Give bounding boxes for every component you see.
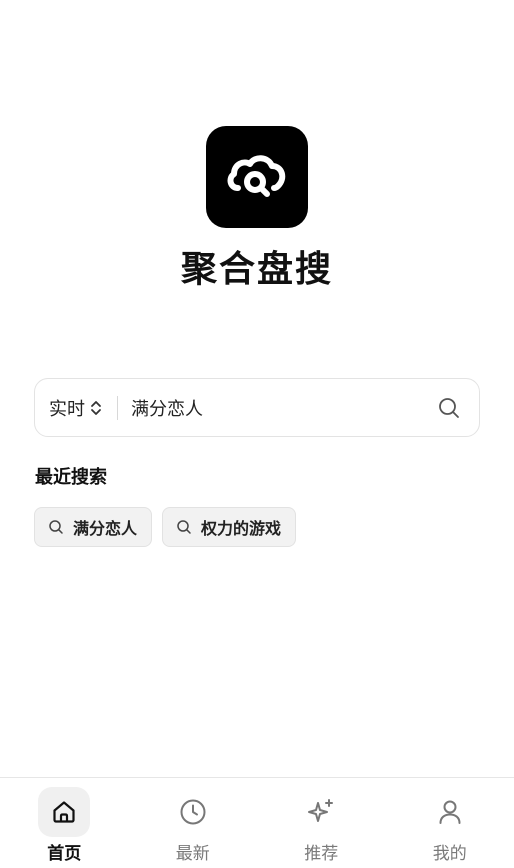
recent-search-chip[interactable]: 满分恋人 <box>34 507 153 547</box>
recent-search-chip[interactable]: 权力的游戏 <box>162 507 297 547</box>
search-icon <box>439 397 459 418</box>
sparkle-icon <box>308 799 334 822</box>
recent-searches-title: 最近搜索 <box>35 467 107 488</box>
search-bar: 实时 <box>34 378 480 437</box>
nav-item-latest[interactable]: 最新 <box>129 778 258 868</box>
chevron-up-down-icon <box>89 399 103 417</box>
nav-icon-container <box>295 787 347 837</box>
nav-item-recommend[interactable]: 推荐 <box>257 778 386 868</box>
user-icon <box>439 800 461 824</box>
app-logo <box>206 126 308 228</box>
search-input[interactable] <box>118 379 419 436</box>
recent-search-label: 权力的游戏 <box>201 519 282 538</box>
clock-icon <box>180 799 206 825</box>
nav-label-home: 首页 <box>47 844 82 864</box>
recent-search-label: 满分恋人 <box>73 519 138 538</box>
search-button[interactable] <box>419 379 479 436</box>
search-icon <box>176 519 192 535</box>
nav-icon-container <box>424 787 476 837</box>
nav-icon-container <box>38 787 91 837</box>
app-title: 聚合盘搜 <box>180 249 333 290</box>
nav-label-recommend: 推荐 <box>304 844 339 864</box>
nav-item-home[interactable]: 首页 <box>0 778 129 868</box>
bottom-nav: 首页 最新 推荐 我的 <box>0 777 514 868</box>
nav-label-latest: 最新 <box>175 844 210 864</box>
search-mode-select[interactable]: 实时 <box>35 379 117 436</box>
recent-searches-list: 满分恋人 权力的游戏 <box>34 507 297 547</box>
search-icon <box>48 519 64 535</box>
nav-item-me[interactable]: 我的 <box>386 778 514 868</box>
home-page: 聚合盘搜 实时 最近搜索 <box>0 0 514 868</box>
cloud-search-icon <box>227 155 286 197</box>
nav-label-me: 我的 <box>432 844 467 864</box>
home-icon <box>53 801 75 823</box>
search-mode-label: 实时 <box>49 398 85 420</box>
nav-icon-container <box>167 787 219 837</box>
